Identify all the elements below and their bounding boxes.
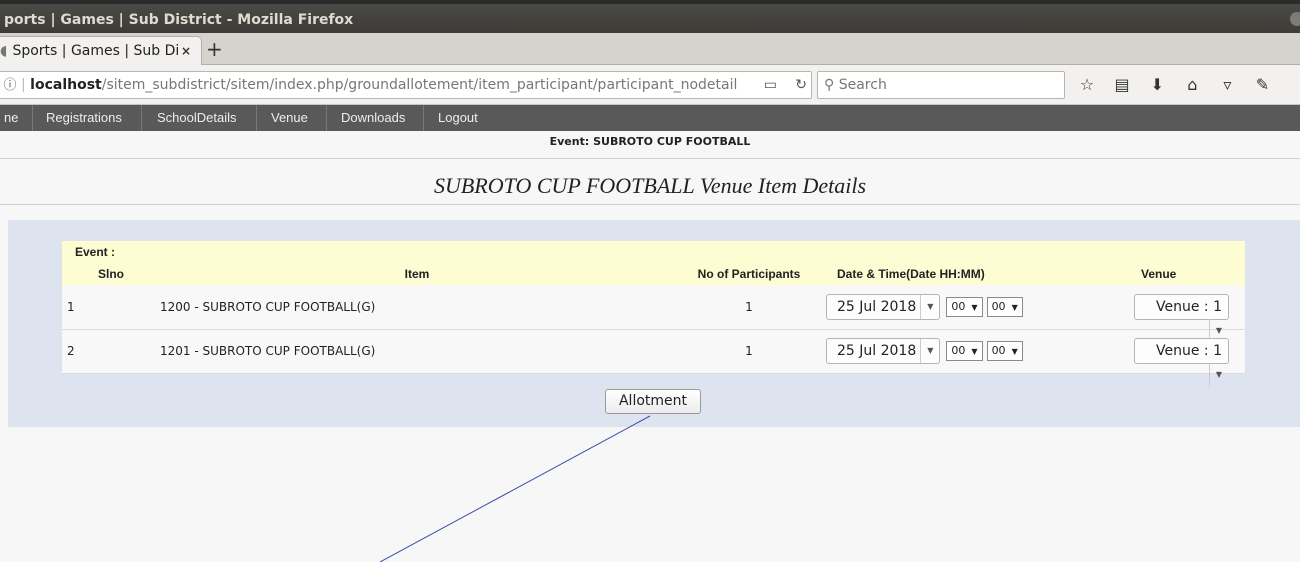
- annotation-arrow-line: [379, 415, 651, 562]
- annotation-line: [379, 415, 651, 562]
